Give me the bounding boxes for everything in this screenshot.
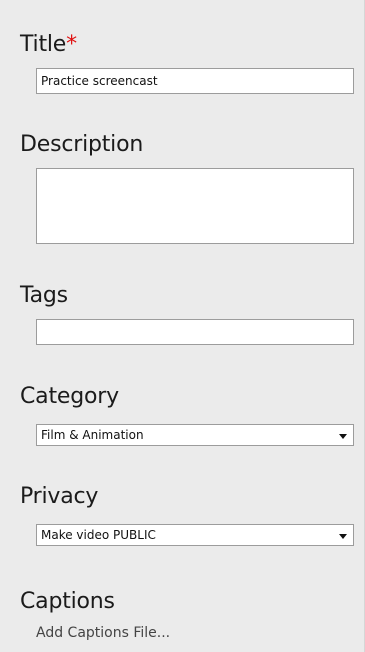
captions-label: Captions bbox=[20, 589, 115, 614]
title-label-text: Title bbox=[20, 32, 67, 57]
title-input[interactable] bbox=[36, 68, 354, 94]
video-details-panel: Title* Description Tags Category Film & … bbox=[0, 0, 365, 652]
chevron-down-icon bbox=[339, 534, 347, 539]
category-selected-value: Film & Animation bbox=[41, 428, 144, 442]
add-captions-file-link[interactable]: Add Captions File... bbox=[36, 625, 170, 641]
tags-input[interactable] bbox=[36, 319, 354, 345]
privacy-selected-value: Make video PUBLIC bbox=[41, 528, 156, 542]
description-label: Description bbox=[20, 132, 144, 157]
category-select[interactable]: Film & Animation bbox=[36, 424, 354, 446]
description-textarea[interactable] bbox=[36, 168, 354, 244]
chevron-down-icon bbox=[339, 434, 347, 439]
tags-label: Tags bbox=[20, 283, 68, 308]
title-label: Title* bbox=[20, 32, 77, 58]
category-label: Category bbox=[20, 384, 119, 409]
privacy-label: Privacy bbox=[20, 484, 99, 509]
required-asterisk: * bbox=[66, 32, 77, 57]
privacy-select[interactable]: Make video PUBLIC bbox=[36, 524, 354, 546]
